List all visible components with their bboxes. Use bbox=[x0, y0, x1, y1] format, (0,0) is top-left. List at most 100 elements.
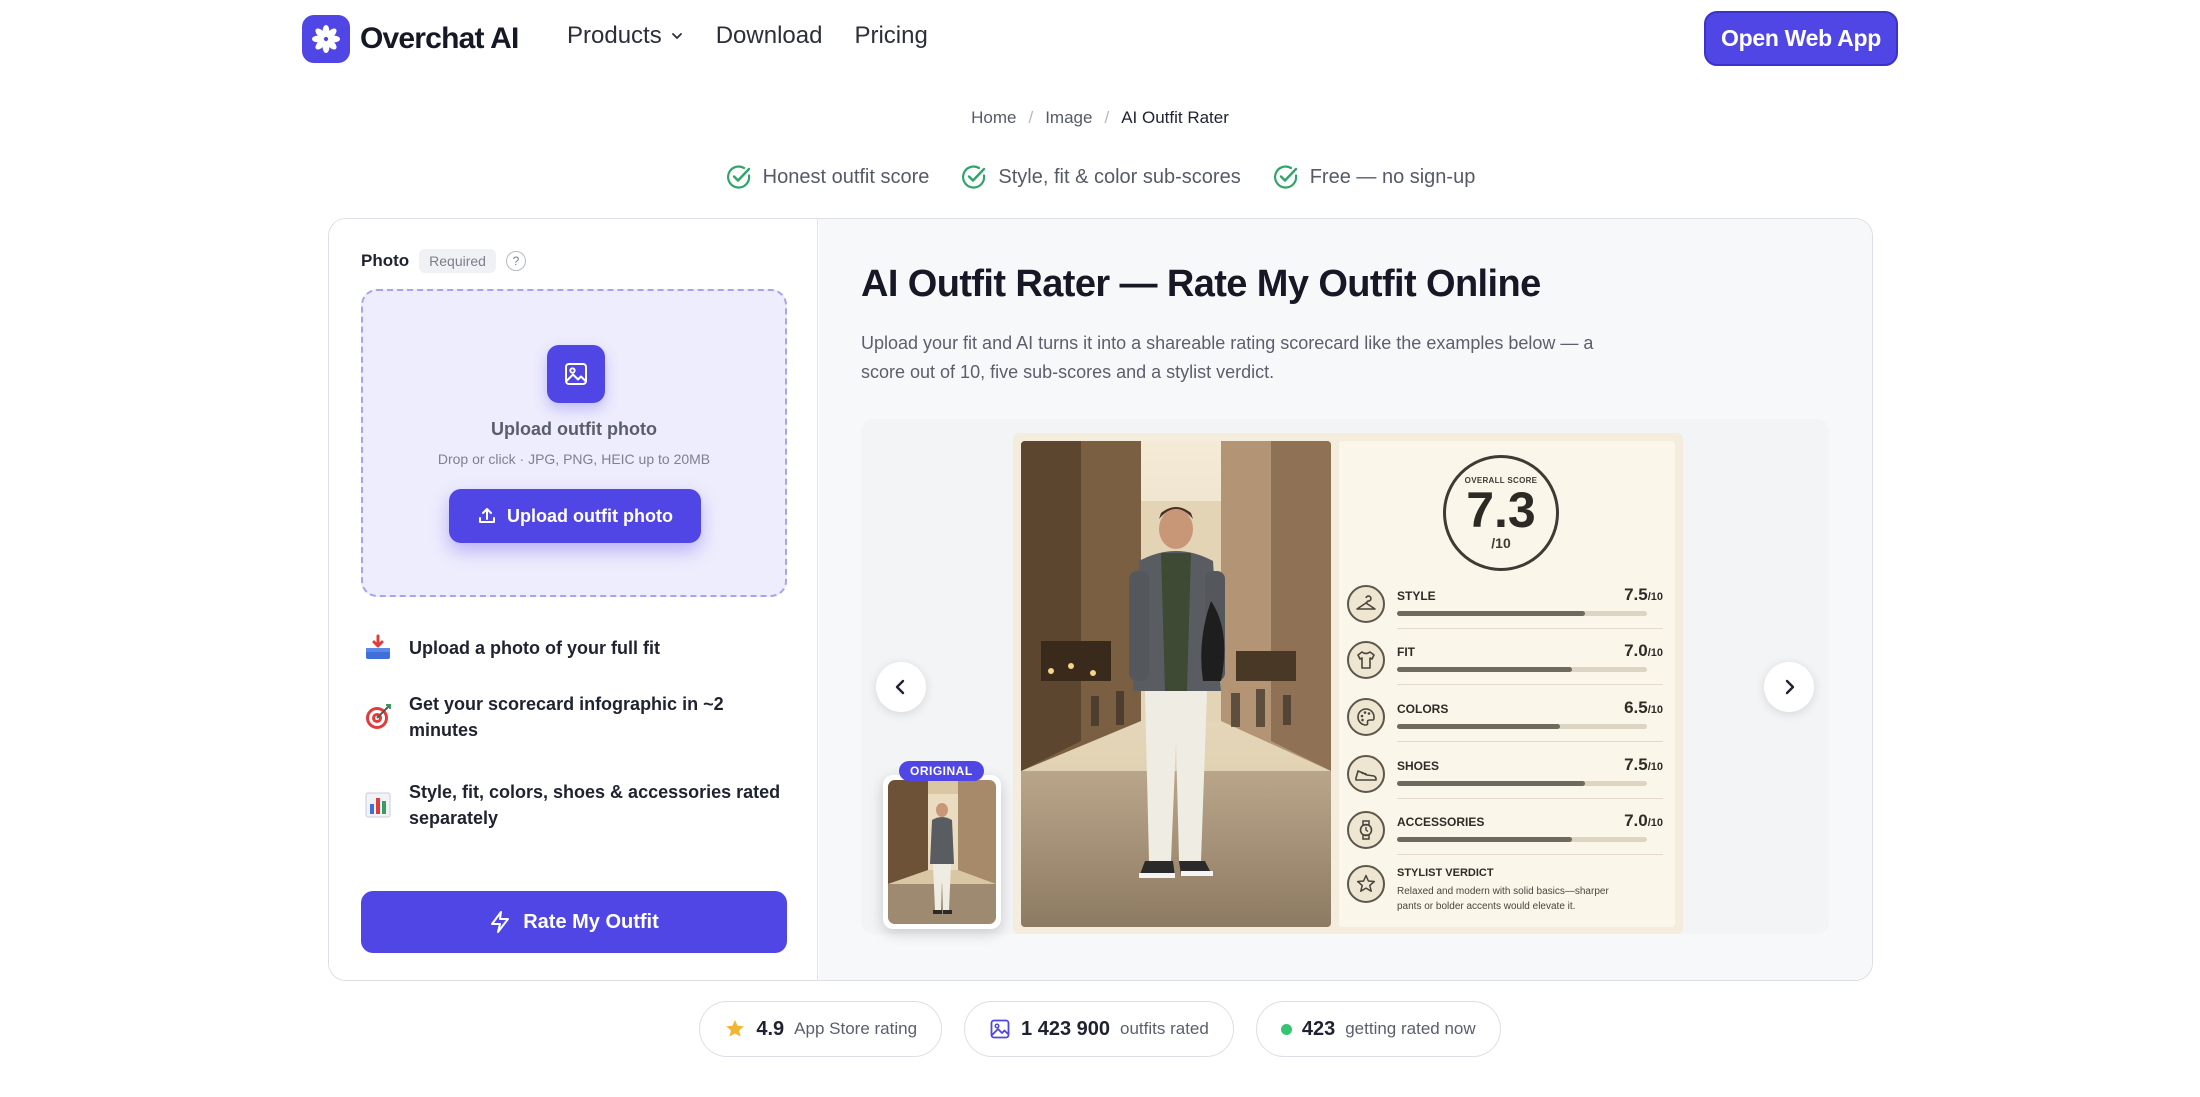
thumbnail-frame bbox=[883, 775, 1001, 929]
outfit-rater-card: Photo Required ? Upload outfit photo Dro… bbox=[328, 218, 1873, 981]
top-navigation: Overchat AI Products Download Pricing Op… bbox=[0, 0, 2200, 78]
subscore-bar bbox=[1397, 667, 1647, 672]
brand-logo[interactable]: Overchat AI bbox=[302, 15, 519, 63]
breadcrumb-separator: / bbox=[1028, 108, 1034, 127]
original-photo-thumbnail[interactable]: ORIGINAL bbox=[883, 761, 1001, 929]
upload-outfit-photo-button[interactable]: Upload outfit photo bbox=[449, 489, 701, 543]
subscore-row: SHOES 7.5/10 bbox=[1347, 749, 1663, 799]
nav-products[interactable]: Products bbox=[567, 22, 684, 50]
page-title: AI Outfit Rater — Rate My Outfit Online bbox=[861, 263, 1541, 305]
nav-pricing[interactable]: Pricing bbox=[854, 22, 927, 50]
carousel-prev-button[interactable] bbox=[876, 662, 926, 712]
divider bbox=[1397, 741, 1663, 742]
photo-label: Photo bbox=[361, 251, 410, 270]
lightning-icon bbox=[491, 911, 510, 933]
required-badge: Required bbox=[419, 249, 496, 273]
subscore-bar-fill bbox=[1397, 667, 1572, 672]
photo-dropzone[interactable]: Upload outfit photo Drop or click · JPG,… bbox=[361, 289, 787, 597]
subscore-number: 7.0 bbox=[1624, 811, 1648, 830]
star-outline-icon bbox=[1347, 865, 1385, 903]
subscore-bar bbox=[1397, 724, 1647, 729]
subscore-row: COLORS 6.5/10 bbox=[1347, 692, 1663, 742]
nav-download[interactable]: Download bbox=[716, 22, 823, 50]
overall-score-badge: OVERALL SCORE 7.3 /10 bbox=[1443, 455, 1559, 571]
original-photo bbox=[888, 780, 996, 924]
subscore-value: 6.5/10 bbox=[1624, 698, 1663, 718]
page-description: Upload your fit and AI turns it into a s… bbox=[861, 333, 1594, 382]
feature-item: Style, fit & color sub-scores bbox=[960, 163, 1241, 191]
rate-my-outfit-button[interactable]: Rate My Outfit bbox=[361, 891, 787, 953]
step-text: Get your scorecard infographic in ~2 min… bbox=[409, 694, 724, 740]
upload-icon bbox=[479, 508, 496, 523]
subscore-bar-fill bbox=[1397, 611, 1585, 616]
subscore-value: 7.5/10 bbox=[1624, 755, 1663, 775]
breadcrumb-home[interactable]: Home bbox=[971, 108, 1016, 128]
dropzone-title: Upload outfit photo bbox=[491, 419, 657, 439]
subscore-bar bbox=[1397, 781, 1647, 786]
check-circle-icon bbox=[726, 165, 750, 189]
divider bbox=[1397, 628, 1663, 629]
nav-products-label: Products bbox=[567, 22, 662, 49]
subscore-name: COLORS bbox=[1397, 702, 1449, 716]
feature-highlights: Honest outfit score Style, fit & color s… bbox=[0, 163, 2200, 191]
subscore-denominator: /10 bbox=[1647, 704, 1663, 716]
subscore-value: 7.0/10 bbox=[1624, 811, 1663, 831]
breadcrumb-image[interactable]: Image bbox=[1045, 108, 1092, 128]
chevron-right-icon bbox=[1785, 679, 1795, 695]
logo-mark-icon bbox=[302, 15, 350, 63]
breadcrumb: Home / Image / AI Outfit Rater bbox=[0, 108, 2200, 128]
image-icon bbox=[990, 1019, 1010, 1039]
carousel-next-button[interactable] bbox=[1764, 662, 1814, 712]
subscore-bar-fill bbox=[1397, 724, 1560, 729]
subscore-name: SHOES bbox=[1397, 759, 1440, 773]
chevron-down-icon bbox=[671, 33, 682, 40]
feature-label: Free — no sign-up bbox=[1309, 165, 1476, 188]
sneaker-icon bbox=[1347, 755, 1385, 793]
stat-value: 423 bbox=[1301, 1017, 1336, 1040]
stat-live-ratings: 423 getting rated now bbox=[1255, 1001, 1501, 1057]
check-circle-icon bbox=[962, 165, 986, 189]
example-carousel: OVERALL SCORE 7.3 /10 STYLE 7.5/10 FIT 7… bbox=[861, 419, 1829, 934]
stat-value: 4.9 bbox=[756, 1017, 785, 1040]
help-icon[interactable]: ? bbox=[505, 251, 526, 271]
subscore-name: ACCESSORIES bbox=[1397, 815, 1485, 829]
overall-score-value: 7.3 bbox=[1466, 481, 1536, 538]
subscore-bar-fill bbox=[1397, 837, 1572, 842]
subscore-value: 7.5/10 bbox=[1624, 585, 1663, 605]
star-icon bbox=[726, 1020, 745, 1037]
subscore-name: FIT bbox=[1397, 645, 1415, 659]
photo-field-label: Photo Required ? bbox=[361, 249, 526, 273]
subscore-bar bbox=[1397, 837, 1647, 842]
subscore-value: 7.0/10 bbox=[1624, 641, 1663, 661]
subscore-denominator: /10 bbox=[1647, 647, 1663, 659]
live-dot-icon bbox=[1280, 1023, 1292, 1035]
hanger-icon bbox=[1347, 585, 1385, 623]
stat-label: getting rated now bbox=[1345, 1019, 1476, 1038]
stats-bar: 4.9 App Store rating 1 423 900 outfits r… bbox=[0, 1001, 2200, 1057]
stat-outfits-rated: 1 423 900 outfits rated bbox=[964, 1001, 1234, 1057]
divider bbox=[1397, 684, 1663, 685]
overall-score-denominator: /10 bbox=[1491, 534, 1511, 551]
feature-label: Honest outfit score bbox=[762, 165, 930, 188]
dropzone-subtitle: Drop or click · JPG, PNG, HEIC up to 20M… bbox=[437, 451, 711, 467]
scorecard-example-slide: OVERALL SCORE 7.3 /10 STYLE 7.5/10 FIT 7… bbox=[1013, 433, 1683, 934]
step-item: Style, fit, colors, shoes & accessories … bbox=[361, 779, 789, 831]
outfit-photo bbox=[1021, 441, 1331, 927]
open-web-app-button[interactable]: Open Web App bbox=[1704, 11, 1898, 66]
stylist-verdict: STYLIST VERDICT Relaxed and modern with … bbox=[1347, 865, 1663, 921]
feature-label: Style, fit & color sub-scores bbox=[998, 165, 1241, 188]
subscore-number: 6.5 bbox=[1624, 698, 1648, 717]
bar-chart-icon bbox=[361, 788, 395, 822]
subscore-bar-fill bbox=[1397, 781, 1585, 786]
watch-icon bbox=[1347, 811, 1385, 849]
step-text: Upload a photo of your full fit bbox=[409, 638, 660, 658]
stat-app-store-rating: 4.9 App Store rating bbox=[699, 1001, 943, 1057]
subscore-row: STYLE 7.5/10 bbox=[1347, 579, 1663, 629]
shirt-icon bbox=[1347, 641, 1385, 679]
step-item: Upload a photo of your full fit bbox=[361, 631, 660, 665]
subscore-row: ACCESSORIES 7.0/10 bbox=[1347, 805, 1663, 855]
feature-item: Honest outfit score bbox=[725, 163, 930, 191]
stat-label: App Store rating bbox=[794, 1019, 918, 1038]
subscore-number: 7.5 bbox=[1624, 755, 1648, 774]
breadcrumb-separator: / bbox=[1104, 108, 1110, 127]
